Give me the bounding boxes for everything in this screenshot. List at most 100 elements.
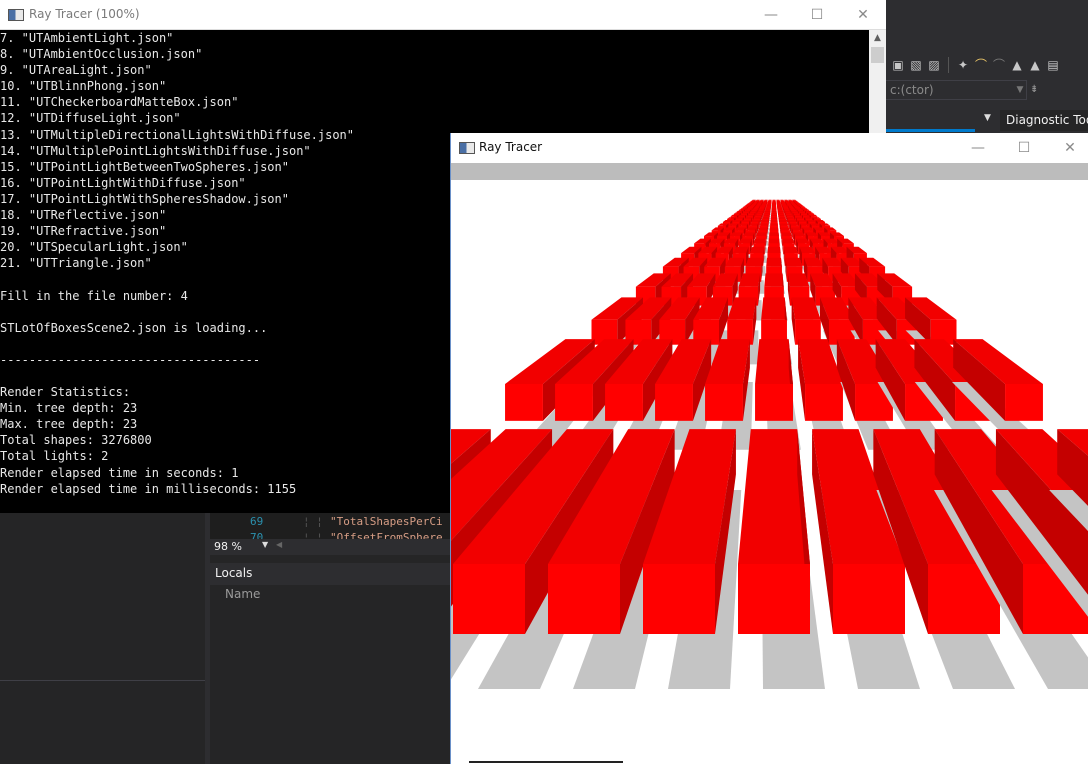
box-top [791,227,802,231]
scroll-left-icon[interactable]: ◀ [276,540,282,549]
scrollbar-thumb[interactable] [871,47,884,63]
box-front [1005,384,1043,421]
box-top [787,217,795,219]
box-top [795,202,800,204]
box-top [784,210,791,212]
redo-icon[interactable]: ⌒ [992,58,1006,72]
member-dropdown-value: c:(ctor) [890,83,934,97]
toolbar-separator [948,57,949,73]
rendered-scene [451,180,1088,764]
chevron-up-icon[interactable]: ▲ [869,30,886,47]
box-top [790,202,795,204]
chevron-down-icon[interactable]: ▼ [262,540,268,549]
box-top [781,202,786,204]
save-icon[interactable]: ▣ [891,58,905,72]
box-top [778,212,785,214]
image-icon[interactable]: ▧ [909,58,923,72]
box-top [777,206,783,208]
box-top [764,273,784,287]
image-icon[interactable]: ▨ [927,58,941,72]
box-top [766,204,771,205]
undo-icon[interactable]: ⌒ [974,58,988,72]
box-top [756,212,763,214]
box-top [770,223,778,226]
lock-icon[interactable]: ▲ [1028,58,1042,72]
split-icon[interactable]: ⇟ [1030,84,1038,95]
console-title: Ray Tracer (100%) [29,7,140,21]
box-top [740,207,747,209]
box-top [770,214,778,217]
chevron-down-icon[interactable]: ▼ [984,113,991,123]
lock-icon[interactable]: ▲ [1010,58,1024,72]
box-front [755,384,793,421]
tab-diagnostic-tools[interactable]: Diagnostic Tools [1000,110,1088,131]
render-window: Ray Tracer — ☐ ✕ [450,133,1088,764]
box-top [764,209,771,211]
bookmark-icon[interactable]: ✦ [956,58,970,72]
box-top [766,257,782,267]
box-top [763,212,770,214]
box-top [792,212,800,214]
box-top [748,212,756,214]
box-top [755,205,760,207]
box-top [767,203,771,204]
close-button[interactable]: ✕ [1047,133,1088,163]
code-line[interactable]: "TotalShapesPerCi [330,515,443,528]
box-top [762,202,767,204]
render-title: Ray Tracer [479,140,543,154]
minimize-button[interactable]: — [748,0,794,30]
box-top [744,205,750,207]
zoom-level[interactable]: 98 % [214,539,242,555]
file-icon[interactable]: ▤ [1046,58,1060,72]
box-top [776,202,781,204]
maximize-button[interactable]: ☐ [1001,133,1047,163]
box-top [780,227,790,231]
box-top [770,220,778,222]
box-top [794,214,802,217]
minimize-button[interactable]: — [955,133,1001,163]
box-top [752,203,757,204]
box-top [762,214,770,217]
box-top [748,206,754,208]
box-front [505,384,543,421]
box-top [767,246,781,254]
chevron-down-icon[interactable]: ▼ [1014,80,1026,100]
box-top [782,238,795,244]
column-header-name[interactable]: Name [225,587,260,601]
vs-toolbar: ▣ ▧ ▨ ✦ ⌒ ⌒ ▲ ▲ ▤ [885,52,1088,78]
box-top [753,202,758,204]
box-top [751,204,756,205]
box-front [643,564,715,634]
box-top [786,202,791,204]
box-top [769,227,779,231]
box-top [765,207,771,209]
box-front [738,564,810,634]
box-top [750,246,765,254]
box-top [760,220,769,222]
box-top [749,205,755,207]
console-title-bar[interactable]: Ray Tracer (100%) — ☐ ✕ [0,0,886,30]
box-top [771,209,777,211]
maximize-button[interactable]: ☐ [794,0,840,30]
box-top [772,204,776,205]
render-toolbar-strip [451,163,1088,180]
box-top [748,202,753,204]
box-top [753,238,766,244]
box-top [764,210,770,212]
box-top [753,217,761,219]
box-top [778,214,786,217]
box-top [755,339,793,384]
box-top [793,205,799,207]
box-top [792,204,797,205]
render-title-bar[interactable]: Ray Tracer — ☐ ✕ [451,133,1088,163]
member-dropdown[interactable]: c:(ctor) [885,80,1027,100]
box-top [749,223,759,226]
box-top [750,210,757,212]
box-top [800,206,806,208]
box-top [751,209,758,211]
code-editor[interactable]: 69 ¦ ¦ "TotalShapesPerCi 70 ¦ ¦ "OffsetF… [210,513,452,544]
line-number: 69 [250,515,264,528]
box-top [754,206,760,208]
box-top [772,202,776,204]
close-button[interactable]: ✕ [840,0,886,30]
